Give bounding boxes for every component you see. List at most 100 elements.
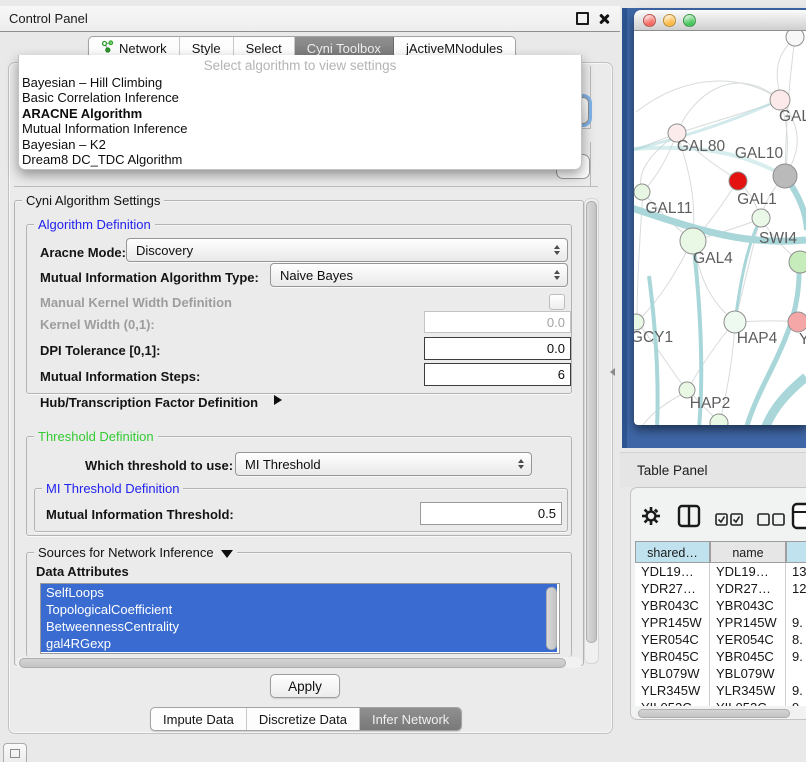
algorithm-option[interactable]: Dream8 DC_TDC Algorithm: [19, 152, 581, 167]
algorithm-option[interactable]: Mutual Information Inference: [19, 121, 581, 136]
table-row[interactable]: YPR145WYPR145W9.: [635, 614, 806, 631]
mi-algorithm-type-label: Mutual Information Algorithm Type:: [40, 270, 259, 285]
table-row[interactable]: YBR045CYBR045C9.: [635, 648, 806, 665]
table-cell[interactable]: YBL079W: [710, 665, 786, 682]
table-cell[interactable]: YDR27…: [710, 580, 786, 597]
network-node[interactable]: [786, 31, 804, 46]
table-hscrollbar[interactable]: [635, 708, 803, 718]
table-cell[interactable]: YIL052C: [635, 699, 710, 706]
table-cell[interactable]: YPR145W: [710, 614, 786, 631]
bottom-tab-infer-network[interactable]: Infer Network: [360, 708, 461, 730]
table-row[interactable]: YER054CYER054C8.: [635, 631, 806, 648]
table-cell[interactable]: 12: [786, 580, 806, 597]
table-row[interactable]: YBL079WYBL079W: [635, 665, 806, 682]
unchecked-pair-icon[interactable]: [757, 513, 785, 526]
splitter-collapse-icon[interactable]: [610, 368, 615, 376]
network-node-swi4[interactable]: [789, 251, 806, 273]
data-attribute-item[interactable]: SelfLoops: [41, 584, 557, 601]
data-attribute-item[interactable]: BetweennessCentrality: [41, 618, 557, 635]
table-header-name[interactable]: name: [710, 541, 786, 563]
table-hscrollbar-thumb[interactable]: [638, 709, 790, 718]
float-window-icon[interactable]: [576, 12, 589, 25]
settings-vscrollbar[interactable]: [584, 198, 599, 664]
table-cell[interactable]: 9.: [786, 682, 806, 699]
settings-hscrollbar[interactable]: [16, 657, 582, 668]
bottom-tab-impute-data[interactable]: Impute Data: [151, 708, 247, 730]
table-cell[interactable]: [786, 665, 806, 682]
table-row[interactable]: YBR043CYBR043C: [635, 597, 806, 614]
network-window-titlebar[interactable]: [634, 10, 806, 31]
table-cell[interactable]: YBL079W: [635, 665, 710, 682]
float-panel-button[interactable]: [3, 743, 27, 762]
table-cell[interactable]: 9.: [786, 699, 806, 706]
mac-zoom-icon[interactable]: [683, 14, 696, 27]
data-attributes-list[interactable]: SelfLoopsTopologicalCoefficientBetweenne…: [40, 583, 560, 654]
bottom-tab-discretize-data[interactable]: Discretize Data: [247, 708, 360, 730]
apply-button[interactable]: Apply: [270, 674, 340, 698]
table-cell[interactable]: YPR145W: [635, 614, 710, 631]
table-cell[interactable]: YBR043C: [635, 597, 710, 614]
table-cell[interactable]: YER054C: [635, 631, 710, 648]
table-cell[interactable]: 9.: [786, 648, 806, 665]
network-node[interactable]: [773, 164, 797, 188]
network-node-y[interactable]: [788, 312, 806, 332]
table-row[interactable]: YIL052CYIL052C9.: [635, 699, 806, 706]
mi-algorithm-type-combo[interactable]: Naive Bayes: [270, 263, 568, 287]
network-node-label: GCY1: [634, 329, 673, 346]
settings-vscrollbar-thumb[interactable]: [586, 201, 597, 643]
table-cell[interactable]: YBR045C: [710, 648, 786, 665]
table-cell[interactable]: YDL19…: [710, 563, 786, 580]
mi-threshold-input[interactable]: [420, 502, 562, 525]
close-icon[interactable]: [598, 13, 610, 25]
table-cell[interactable]: 13: [786, 563, 806, 580]
hub-expander-label[interactable]: Hub/Transcription Factor Definition: [40, 395, 258, 410]
network-canvas[interactable]: GALGAL80GAL10GAL1GAL11GAL4SWI4GCY1HAP4YH…: [634, 31, 806, 425]
algorithm-option[interactable]: Bayesian – Hill Climbing: [19, 75, 581, 90]
sources-legend[interactable]: Sources for Network Inference: [34, 545, 237, 560]
dpi-tolerance-input[interactable]: [424, 337, 571, 360]
table-cell[interactable]: YLR345W: [710, 682, 786, 699]
algorithm-option[interactable]: ARACNE Algorithm: [19, 106, 581, 121]
table-cell[interactable]: YDR27…: [635, 580, 710, 597]
network-node-gal10[interactable]: [729, 172, 747, 190]
expander-right-icon[interactable]: [274, 395, 282, 405]
table-cell[interactable]: YBR043C: [710, 597, 786, 614]
table-cell[interactable]: YDL19…: [635, 563, 710, 580]
gear-icon[interactable]: [641, 506, 661, 526]
list-scrollbar-thumb[interactable]: [546, 587, 557, 650]
table-row[interactable]: YLR345WYLR345W9.: [635, 682, 806, 699]
checked-pair-icon[interactable]: [715, 513, 743, 526]
mi-steps-input[interactable]: [424, 363, 571, 386]
combo-stepper-icon: [549, 245, 564, 256]
data-attribute-item[interactable]: TopologicalCoefficient: [41, 601, 557, 618]
network-tab-icon: [101, 40, 114, 56]
table-cell[interactable]: YLR345W: [635, 682, 710, 699]
manual-kernel-checkbox[interactable]: [549, 294, 565, 310]
table-row[interactable]: YDL19…YDL19…13: [635, 563, 806, 580]
table-cell[interactable]: YBR045C: [635, 648, 710, 665]
aracne-mode-combo[interactable]: Discovery: [126, 238, 568, 262]
algorithm-option[interactable]: Bayesian – K2: [19, 137, 581, 152]
column-layout-icon[interactable]: [677, 504, 701, 528]
table-cell[interactable]: 9.: [786, 614, 806, 631]
data-attribute-item[interactable]: gal4RGexp: [41, 635, 557, 652]
algorithm-option[interactable]: Basic Correlation Inference: [19, 90, 581, 105]
expander-down-icon[interactable]: [221, 550, 233, 558]
table-header-shared[interactable]: shared…: [635, 541, 710, 563]
mac-close-icon[interactable]: [643, 14, 656, 27]
network-node-gal[interactable]: [770, 90, 790, 110]
table-cell[interactable]: YER054C: [710, 631, 786, 648]
table-cell[interactable]: [786, 597, 806, 614]
import-table-icon[interactable]: [791, 502, 806, 530]
table-cell[interactable]: 8.: [786, 631, 806, 648]
table-header-col3[interactable]: [786, 541, 806, 563]
network-node-gal11[interactable]: [634, 184, 650, 200]
which-threshold-combo[interactable]: MI Threshold: [235, 452, 532, 476]
mac-minimize-icon[interactable]: [663, 14, 676, 27]
network-node-gal1[interactable]: [752, 209, 770, 227]
table-cell[interactable]: YIL052C: [710, 699, 786, 706]
settings-hscrollbar-thumb[interactable]: [19, 658, 566, 668]
hidden-groupbox-edge: [14, 186, 598, 187]
table-row[interactable]: YDR27…YDR27…12: [635, 580, 806, 597]
kernel-width-input[interactable]: [424, 311, 571, 333]
